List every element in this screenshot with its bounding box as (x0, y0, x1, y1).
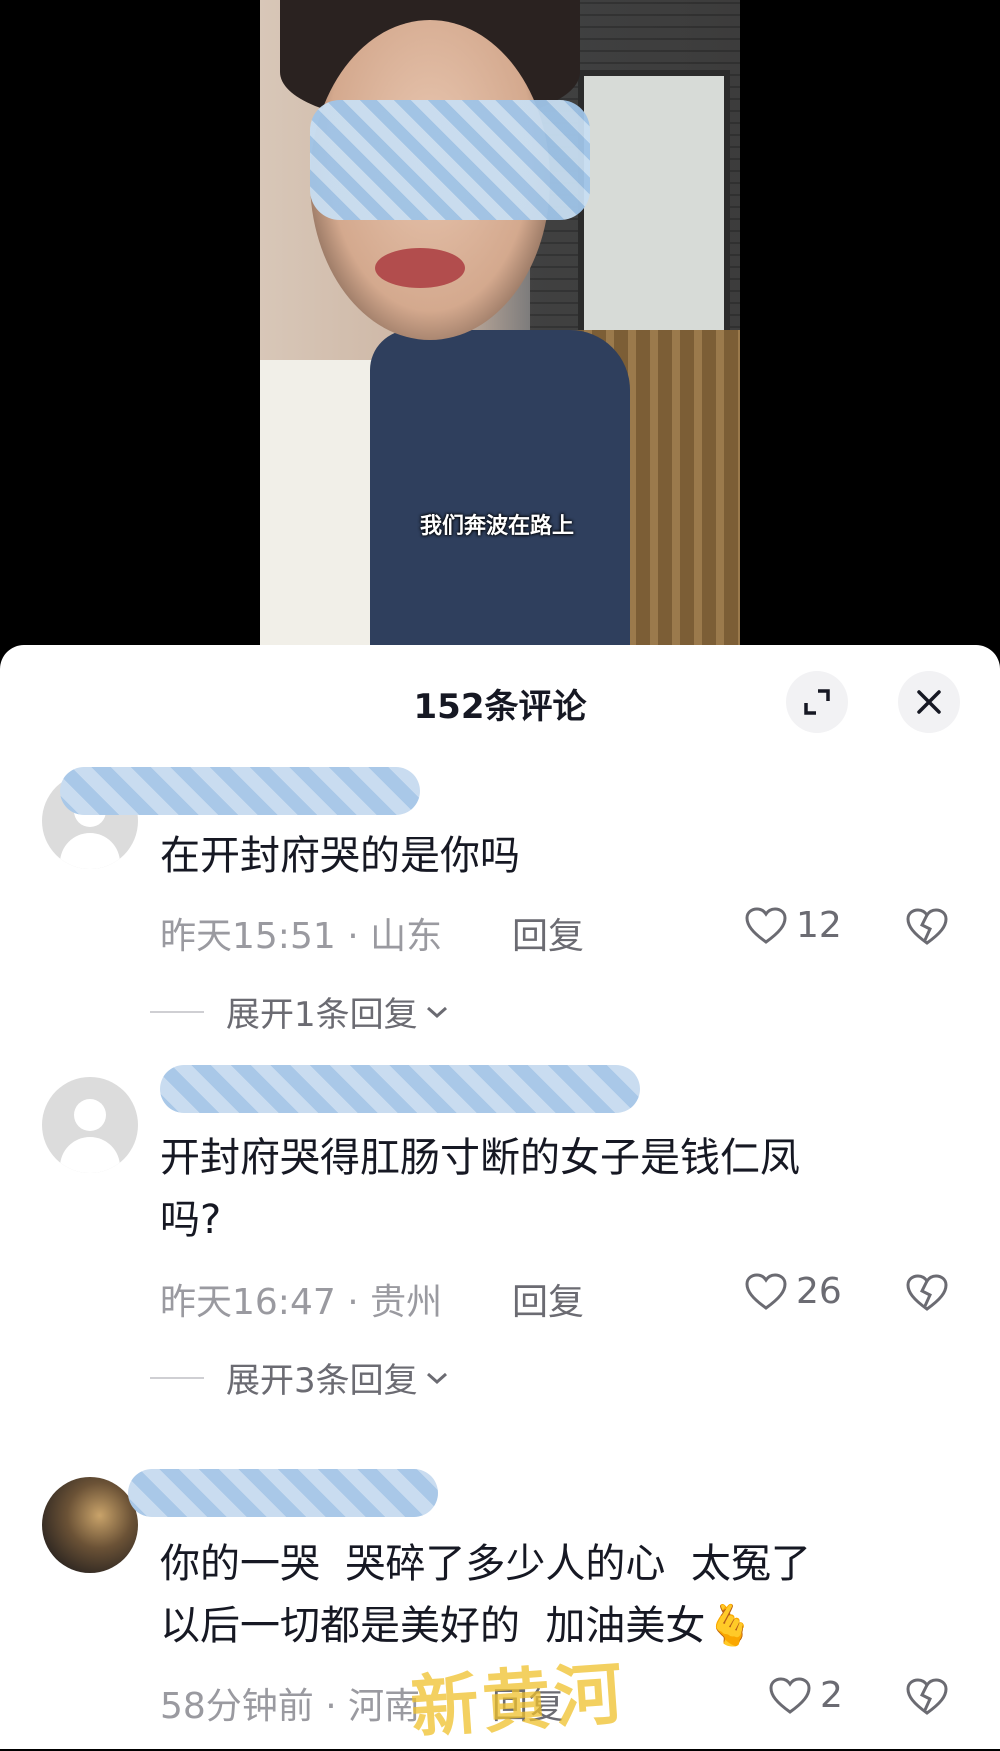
dislike-button[interactable] (905, 1273, 949, 1317)
meta-separator: · (325, 1686, 337, 1727)
username-blur (160, 1065, 640, 1113)
username-blur (128, 1469, 438, 1517)
chevron-down-icon (426, 1372, 447, 1384)
comment-meta: 昨天15:51 · 山东 (160, 907, 442, 959)
lips (375, 248, 465, 288)
expand-replies[interactable]: 展开1条回复 (150, 987, 450, 1036)
comment-time: 昨天15:51 (160, 916, 336, 957)
comments-header: 152条评论 (0, 645, 1000, 755)
expand-icon (804, 689, 830, 715)
meta-separator: · (347, 916, 359, 957)
comment-location: 贵州 (370, 1282, 443, 1323)
avatar[interactable] (42, 1077, 138, 1173)
close-icon (917, 690, 941, 714)
like-button[interactable]: 2 (768, 1675, 843, 1716)
heart-icon (745, 1272, 787, 1310)
heart-icon (769, 1676, 811, 1714)
dislike-button[interactable] (905, 1677, 949, 1721)
broken-heart-icon (906, 1274, 948, 1311)
reply-button[interactable]: 回复 (512, 1273, 584, 1325)
expand-replies-label: 展开3条回复 (226, 1361, 418, 1401)
chevron-down-icon (426, 1006, 447, 1018)
like-count: 12 (796, 905, 842, 946)
comments-count-title: 152条评论 (413, 687, 587, 727)
avatar[interactable] (42, 1477, 138, 1573)
comment-time: 昨天16:47 (160, 1282, 336, 1323)
like-button[interactable]: 26 (744, 1271, 842, 1312)
like-button[interactable]: 12 (744, 905, 842, 946)
face-blur-mosaic (310, 100, 590, 220)
expand-replies[interactable]: 展开3条回复 (150, 1353, 450, 1402)
expand-button[interactable] (786, 671, 848, 733)
comment-text: 你的一哭 哭碎了多少人的心 太冤了 以后一切都是美好的 加油美女🫰 (160, 1541, 811, 1649)
video-caption: 我们奔波在路上 (420, 514, 575, 539)
comment-location: 山东 (370, 916, 443, 957)
meta-separator: · (347, 1282, 359, 1323)
like-count: 26 (796, 1271, 842, 1312)
dislike-button[interactable] (905, 907, 949, 951)
comment-meta: 58分钟前 · 河南 (160, 1677, 420, 1729)
comment-text: 开封府哭得肛肠寸断的女子是钱仁凤 吗? (160, 1135, 800, 1243)
broken-heart-icon (906, 908, 948, 945)
watermark-logo: 新黄河 (407, 1653, 629, 1749)
comment-text: 在开封府哭的是你吗 (160, 833, 520, 879)
username-blur (60, 767, 420, 815)
reply-button[interactable]: 回复 (512, 907, 584, 959)
video-frame[interactable]: 我们奔波在路上 (260, 0, 740, 650)
comment-time: 58分钟前 (160, 1686, 314, 1727)
comments-sheet: 152条评论 在开封府哭的是你吗 昨天15:51 · 山东 回复 12 展开1条… (0, 645, 1000, 1749)
expand-replies-label: 展开1条回复 (226, 995, 418, 1035)
like-count: 2 (820, 1675, 843, 1716)
heart-icon (745, 906, 787, 944)
video-player[interactable]: 我们奔波在路上 (0, 0, 1000, 650)
uniform-jacket (370, 330, 630, 650)
broken-heart-icon (906, 1678, 948, 1715)
comment-meta: 昨天16:47 · 贵州 (160, 1273, 442, 1325)
close-button[interactable] (898, 671, 960, 733)
background-window (578, 70, 730, 342)
